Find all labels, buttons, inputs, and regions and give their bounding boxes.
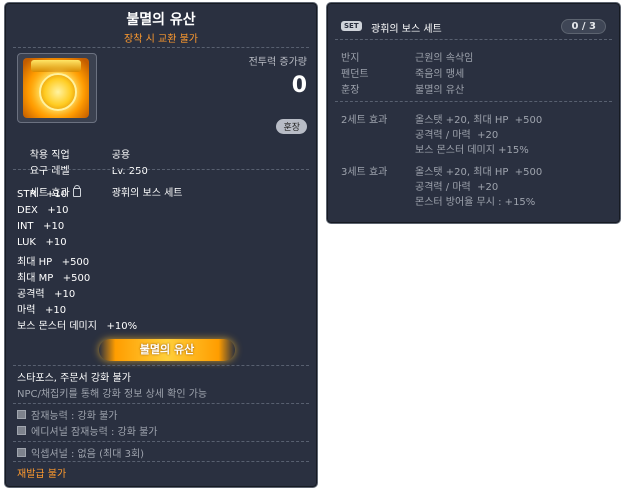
power-label: 전투력 증가량 — [248, 57, 307, 68]
stat-row: 공격력 +10 — [17, 285, 75, 300]
category-badge: 훈장 — [276, 119, 307, 134]
divider — [13, 441, 309, 442]
potential-text: 에디셔널 잠재능력 : 강화 불가 — [31, 427, 158, 438]
divider — [13, 169, 309, 170]
stat-value: +10 — [45, 237, 67, 248]
piece-slot: 훈장 — [341, 85, 360, 96]
stat-value: +10 — [47, 205, 69, 216]
divider — [335, 101, 612, 102]
enhance-hint: NPC/채집키를 통해 강화 정보 상세 확인 가능 — [17, 389, 208, 400]
set-effect-line: 올스탯 +20, 최대 HP +500 — [415, 167, 543, 178]
divider — [13, 47, 309, 48]
set-piece: 펜던트 죽음의 맹세 — [341, 65, 464, 80]
piece-slot: 펜던트 — [341, 69, 369, 80]
stat-name: STR — [17, 189, 37, 200]
potential-icon — [17, 426, 26, 435]
potential-row: 잠재능력 : 강화 불가 — [17, 407, 118, 422]
stat-row: LUK +10 — [17, 237, 67, 248]
divider — [335, 39, 612, 40]
stat-name: 보스 몬스터 데미지 — [17, 321, 97, 332]
set-effect-name: 광휘의 보스 세트 — [111, 188, 183, 199]
enhance-notice: 스타포스, 주문서 강화 불가 — [17, 373, 131, 384]
trade-restriction: 장착 시 교환 불가 — [124, 34, 198, 45]
stat-name: DEX — [17, 205, 38, 216]
stat-row: 최대 MP +500 — [17, 269, 90, 284]
stat-row: 최대 HP +500 — [17, 253, 89, 268]
emblem-icon — [39, 73, 77, 111]
piece-name: 죽음의 맹세 — [415, 69, 465, 80]
potential-text: 잠재능력 : 강화 불가 — [31, 411, 118, 422]
set-effect-label: 2세트 효과 — [341, 115, 388, 126]
ribbon-icon — [31, 60, 81, 72]
item-name: 불멸의 유산 — [126, 12, 196, 28]
stat-value: +10 — [54, 289, 76, 300]
stat-value: +500 — [62, 273, 91, 284]
power-value: 0 — [291, 73, 307, 98]
set-effect-line: 보스 몬스터 데미지 +15% — [415, 145, 529, 156]
stat-name: LUK — [17, 237, 36, 248]
stat-value: +10 — [43, 221, 65, 232]
stat-name: 마력 — [17, 305, 36, 316]
exceptional-row: 익셉셔널 : 없음 (최대 3회) — [17, 445, 144, 460]
stat-row: STR +10 — [17, 189, 67, 200]
item-icon-frame — [17, 53, 97, 123]
set-effect-line: 몬스터 방어율 무시 : +15% — [415, 197, 536, 208]
set-tooltip: SET 광휘의 보스 세트 0 / 3 반지 근원의 속삭임 펜던트 죽음의 맹세 … — [326, 2, 621, 224]
lock-icon — [72, 185, 81, 197]
divider — [13, 461, 309, 462]
set-effect-line: 공격력 / 마력 +20 — [415, 182, 499, 193]
piece-name: 근원의 속삭임 — [415, 53, 474, 64]
exceptional-text: 익셉셔널 : 없음 (최대 3회) — [31, 449, 145, 460]
stat-row: 마력 +10 — [17, 301, 66, 316]
set-title: 광휘의 보스 세트 — [371, 24, 442, 35]
set-tag-icon: SET — [341, 21, 362, 31]
stat-name: 공격력 — [17, 289, 45, 300]
piece-name: 불멸의 유산 — [415, 85, 465, 96]
potential-row: 에디셔널 잠재능력 : 강화 불가 — [17, 423, 157, 438]
stat-value: +500 — [61, 257, 90, 268]
piece-slot: 반지 — [341, 53, 360, 64]
set-piece: 훈장 불멸의 유산 — [341, 81, 464, 96]
stat-row: 보스 몬스터 데미지 +10% — [17, 317, 137, 332]
stat-name: 최대 HP — [17, 257, 53, 268]
set-count: 0 / 3 — [561, 19, 606, 34]
stat-value: +10 — [44, 305, 67, 316]
legacy-emblem: 불멸의 유산 — [99, 339, 235, 361]
stat-value: +10% — [106, 321, 138, 332]
stat-name: INT — [17, 221, 34, 232]
set-effect-line: 올스탯 +20, 최대 HP +500 — [415, 115, 543, 126]
potential-icon — [17, 410, 26, 419]
medal-icon — [23, 58, 89, 118]
set-piece: 반지 근원의 속삭임 — [341, 49, 473, 64]
stat-row: INT +10 — [17, 221, 64, 232]
divider — [13, 403, 309, 404]
item-tooltip: 불멸의 유산 장착 시 교환 불가 전투력 증가량 0 훈장 착용 직업 공용 요… — [4, 2, 318, 488]
emblem-label: 불멸의 유산 — [139, 343, 195, 356]
stat-name: 최대 MP — [17, 273, 54, 284]
set-effect-line: 공격력 / 마력 +20 — [415, 130, 499, 141]
exceptional-icon — [17, 448, 26, 457]
reissue-notice: 재발급 불가 — [17, 469, 67, 480]
divider — [13, 365, 309, 366]
set-effect-label: 3세트 효과 — [341, 167, 388, 178]
stat-row: DEX +10 — [17, 205, 69, 216]
stat-value: +10 — [45, 189, 68, 200]
